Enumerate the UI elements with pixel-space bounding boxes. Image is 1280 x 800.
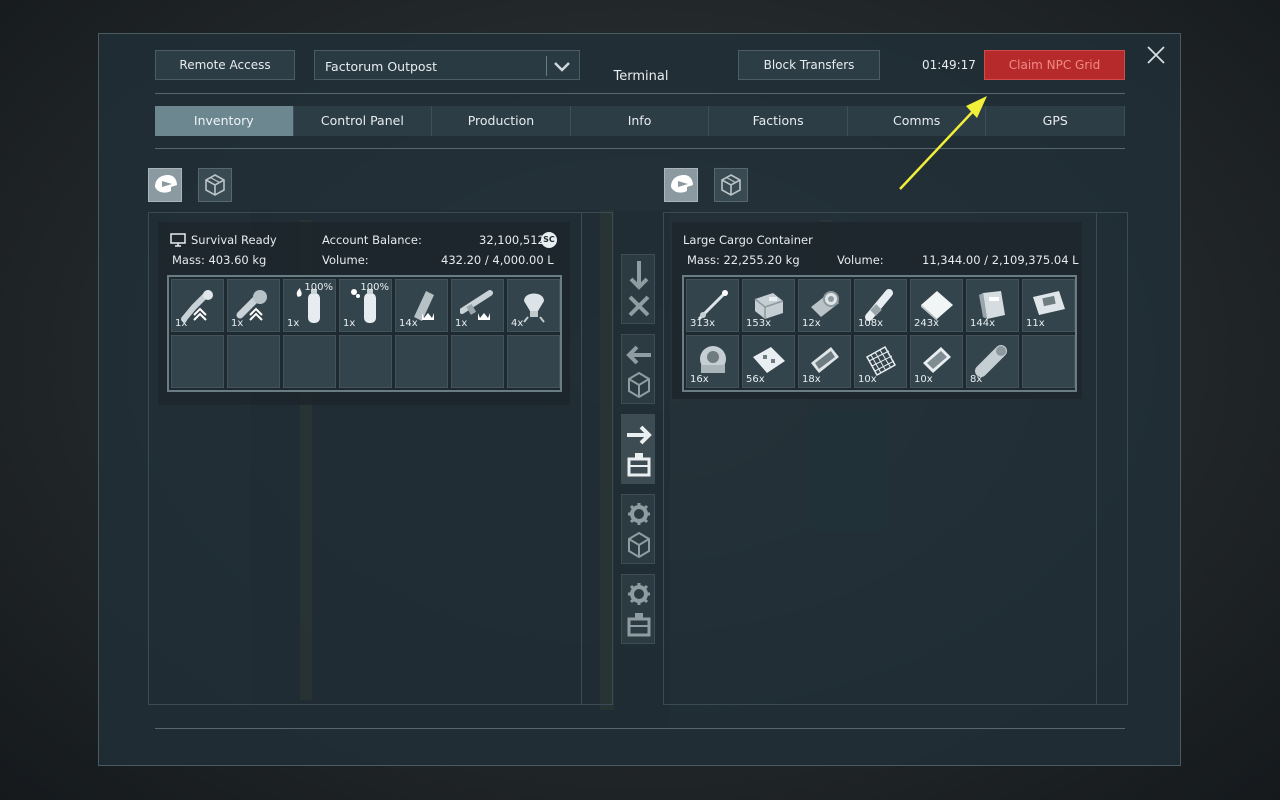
empty-slot[interactable] [171,335,224,388]
settings-cube-button[interactable] [621,494,655,564]
grid-select-value: Factorum Outpost [325,59,437,74]
character-inventory-grid: 1x 1x 100% 1x 100% 1x 14x 1x 4x [167,275,562,392]
inventory-slot[interactable]: 1x [227,279,280,332]
character-filter-button-right[interactable] [664,168,698,202]
transfer-to-trash-button[interactable] [621,254,655,324]
inventory-slot[interactable]: 10x [854,335,907,388]
inventory-slot[interactable]: 16x [686,335,739,388]
empty-slot[interactable] [395,335,448,388]
inventory-slot[interactable]: 11x [1022,279,1075,332]
gear-container-icon [627,583,651,637]
character-filter-button[interactable] [148,168,182,202]
volume-label: Volume: [322,253,369,267]
close-icon[interactable] [1145,44,1167,66]
empty-slot[interactable] [339,335,392,388]
account-balance-value: 32,100,512 [479,233,545,247]
account-balance-label: Account Balance: [322,233,422,247]
tab-gps[interactable]: GPS [986,106,1126,136]
inventory-slot[interactable]: 108x [854,279,907,332]
settings-container-button[interactable] [621,574,655,644]
empty-slot[interactable] [1022,335,1075,388]
page-title: Terminal [613,69,669,84]
tab-inventory[interactable]: Inventory [155,106,294,136]
tab-production[interactable]: Production [432,106,571,136]
mass-label: Mass: 403.60 kg [172,253,267,267]
inventory-slot[interactable]: 56x [742,335,795,388]
block-transfers-button[interactable]: Block Transfers [738,50,880,80]
cargo-volume-label: Volume: [837,253,884,267]
inventory-slot[interactable]: 18x [798,335,851,388]
tab-factions[interactable]: Factions [709,106,848,136]
inventory-slot[interactable]: 12x [798,279,851,332]
container-name-label: Large Cargo Container [683,233,813,247]
helmet-icon [671,175,693,193]
inventory-slot[interactable]: 153x [742,279,795,332]
grid-filter-button-right[interactable] [714,168,748,202]
pane-separator-right [1096,212,1097,705]
claim-npc-grid-button[interactable]: Claim NPC Grid [984,50,1125,80]
empty-slot[interactable] [227,335,280,388]
inventory-slot[interactable]: 4x [507,279,560,332]
annotation-arrow [899,96,987,190]
inventory-slot[interactable]: 1x [451,279,504,332]
chevron-down-icon [554,62,570,72]
empty-slot[interactable] [283,335,336,388]
cargo-mass-label: Mass: 22,255.20 kg [687,253,800,267]
inventory-slot[interactable]: 100% 1x [283,279,336,332]
cube-icon [205,174,225,196]
space-credit-icon: SC [541,232,557,248]
arrow-right-container-icon [627,425,652,477]
empty-slot[interactable] [507,335,560,388]
inventory-slot[interactable]: 10x [910,335,963,388]
inventory-slot[interactable]: 100% 1x [339,279,392,332]
pane-separator [581,212,582,705]
inventory-slot[interactable]: 1x [171,279,224,332]
grid-filter-button[interactable] [198,168,232,202]
remote-access-button[interactable]: Remote Access [155,50,295,80]
cube-icon [721,174,741,196]
arrow-left-cube-icon [626,345,651,399]
transfer-to-right-button[interactable] [621,414,655,484]
clock-readout: 01:49:17 [922,58,976,72]
monitor-icon [170,233,186,247]
volume-value: 432.20 / 4,000.00 L [441,253,554,267]
empty-slot[interactable] [451,335,504,388]
inventory-slot[interactable]: 313x [686,279,739,332]
cargo-volume-value: 11,344.00 / 2,109,375.04 L [922,253,1079,267]
inventory-source-label: Survival Ready [191,233,277,247]
inventory-slot[interactable]: 243x [910,279,963,332]
inventory-slot[interactable]: 8x [966,335,1019,388]
dropdown-divider [546,56,547,76]
arrow-down-delete-icon [628,261,650,317]
tab-info[interactable]: Info [570,106,710,136]
footer-divider [155,728,1125,729]
cargo-inventory-grid: 313x 153x 12x 108x 243x 144x 11x 16x 56x… [682,275,1077,392]
inventory-slot[interactable]: 14x [395,279,448,332]
inventory-slot[interactable]: 144x [966,279,1019,332]
transfer-to-left-button[interactable] [621,334,655,404]
tab-control-panel[interactable]: Control Panel [293,106,433,136]
gear-cube-icon [628,503,650,559]
helmet-icon [155,175,177,193]
grid-select-dropdown[interactable]: Factorum Outpost [314,50,580,80]
